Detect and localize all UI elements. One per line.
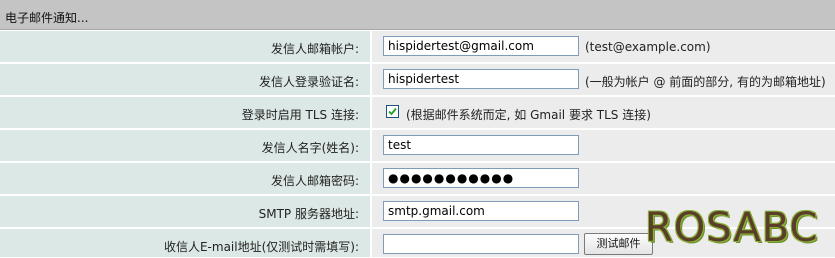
- password-input[interactable]: ●●●●●●●●●●●: [383, 168, 579, 188]
- login-name-input[interactable]: hispidertest: [383, 69, 579, 89]
- row-tls: 登录时启用 TLS 连接: (根据邮件系统而定, 如 Gmail 要求 TLS …: [0, 97, 835, 129]
- recipient-input[interactable]: [383, 234, 579, 254]
- login-name-hint: (一般为帐户 @ 前面的部分, 有的为邮箱地址): [585, 75, 826, 89]
- section-title: 电子邮件通知...: [5, 11, 89, 25]
- sender-name-input[interactable]: test: [383, 135, 579, 155]
- tls-hint: (根据邮件系统而定, 如 Gmail 要求 TLS 连接): [406, 108, 651, 122]
- smtp-label: SMTP 服务器地址:: [258, 207, 359, 221]
- row-login-name: 发信人登录验证名: hispidertest (一般为帐户 @ 前面的部分, 有…: [0, 64, 835, 96]
- row-sender-account: 发信人邮箱帐户: hispidertest@gmail.com (test@ex…: [0, 31, 835, 63]
- checkmark-icon: [388, 107, 397, 116]
- tls-label: 登录时启用 TLS 连接:: [241, 108, 359, 122]
- test-mail-button[interactable]: 测试邮件: [584, 233, 653, 255]
- tls-checkbox[interactable]: [386, 105, 399, 118]
- sender-account-input[interactable]: hispidertest@gmail.com: [383, 36, 579, 56]
- watermark-logo: ROSABC: [645, 205, 819, 251]
- login-name-label: 发信人登录验证名:: [258, 75, 359, 89]
- row-password: 发信人邮箱密码: ●●●●●●●●●●●: [0, 163, 835, 195]
- recipient-label: 收信人E-mail地址(仅测试时需填写):: [163, 240, 359, 254]
- row-sender-name: 发信人名字(姓名): test: [0, 130, 835, 162]
- sender-account-hint: (test@example.com): [585, 40, 711, 54]
- password-label: 发信人邮箱密码:: [270, 174, 359, 188]
- smtp-input[interactable]: smtp.gmail.com: [383, 201, 579, 221]
- sender-account-label: 发信人邮箱帐户:: [270, 42, 359, 56]
- sender-name-label: 发信人名字(姓名):: [261, 141, 359, 155]
- section-header: 电子邮件通知...: [0, 0, 835, 30]
